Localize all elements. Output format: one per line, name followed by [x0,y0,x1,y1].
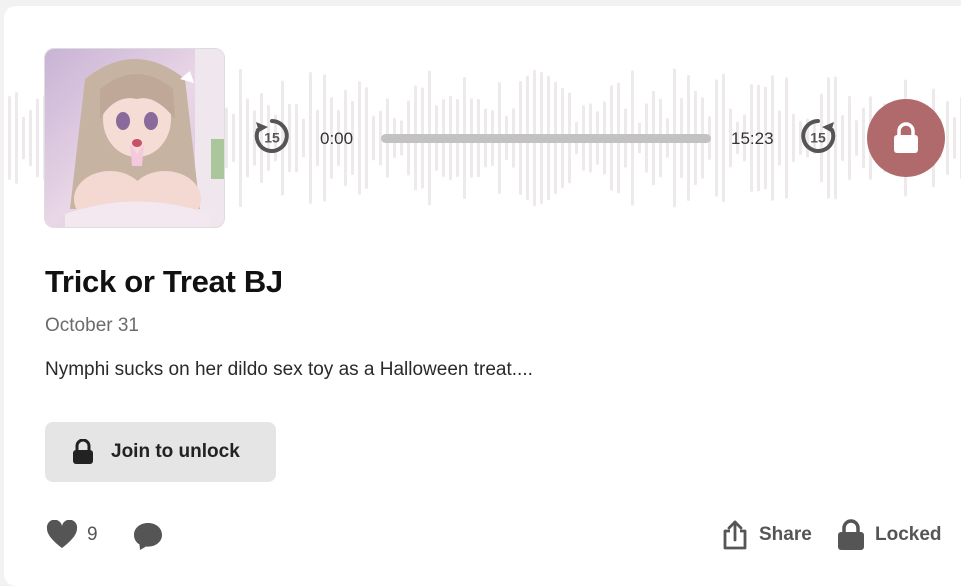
comment-button[interactable] [132,520,164,552]
waveform-bar [232,113,235,163]
waveform-bar [848,95,851,181]
waveform-bar [295,103,298,173]
lock-icon [73,439,93,464]
post-description: Nymphi sucks on her dildo sex toy as a H… [45,359,533,380]
post-card: 15 0:00 15:23 15 Trick or Treat BJ Octob… [4,6,961,586]
waveform-bar [722,73,725,203]
share-label: Share [759,524,812,545]
waveform-bar [785,77,788,199]
rewind-icon: 15 [254,119,289,153]
waveform-bar [316,109,319,167]
heart-icon [46,520,78,548]
waveform-bar [8,96,11,180]
current-time: 0:00 [320,129,354,148]
lock-icon [838,519,864,550]
share-icon [723,520,747,550]
join-to-unlock-label: Join to unlock [111,441,240,462]
waveform-bar [246,98,249,178]
waveform-bar [953,117,956,159]
waveform-bar [15,92,18,184]
locked-label: Locked [875,524,942,545]
join-to-unlock-button[interactable]: Join to unlock [45,422,276,482]
fast-forward-icon: 15 [801,119,836,153]
waveform-bar [225,107,228,169]
waveform-bar [855,120,858,156]
progress-bar[interactable] [381,134,711,143]
waveform-bar [778,110,781,166]
locked-play-button[interactable] [867,99,945,177]
like-count: 9 [87,524,98,545]
comment-icon [134,523,162,550]
waveform-bar [792,113,795,163]
waveform-bar [302,118,305,158]
waveform-bar [29,109,32,167]
waveform-bar [358,81,361,195]
waveform-bar [309,72,312,204]
like-button[interactable]: 9 [46,520,98,550]
waveform-bar [365,87,368,189]
skip-back-15-button[interactable]: 15 [252,116,292,156]
svg-text:15: 15 [264,130,280,146]
cover-image[interactable] [44,48,225,228]
waveform-bar [22,116,25,160]
waveform-bar [36,98,39,178]
post-title[interactable]: Trick or Treat BJ [45,264,283,300]
lock-icon [894,122,918,153]
svg-text:15: 15 [810,130,826,146]
post-date: October 31 [45,315,139,336]
waveform-bar [372,115,375,161]
locked-status: Locked [837,519,942,551]
waveform-bar [862,107,865,169]
waveform-bar [239,68,242,208]
share-button[interactable]: Share [721,519,812,551]
waveform-bar [715,79,718,197]
total-time: 15:23 [731,129,774,148]
skip-forward-15-button[interactable]: 15 [798,116,838,156]
waveform-bar [841,114,844,162]
waveform-bar [946,100,949,176]
